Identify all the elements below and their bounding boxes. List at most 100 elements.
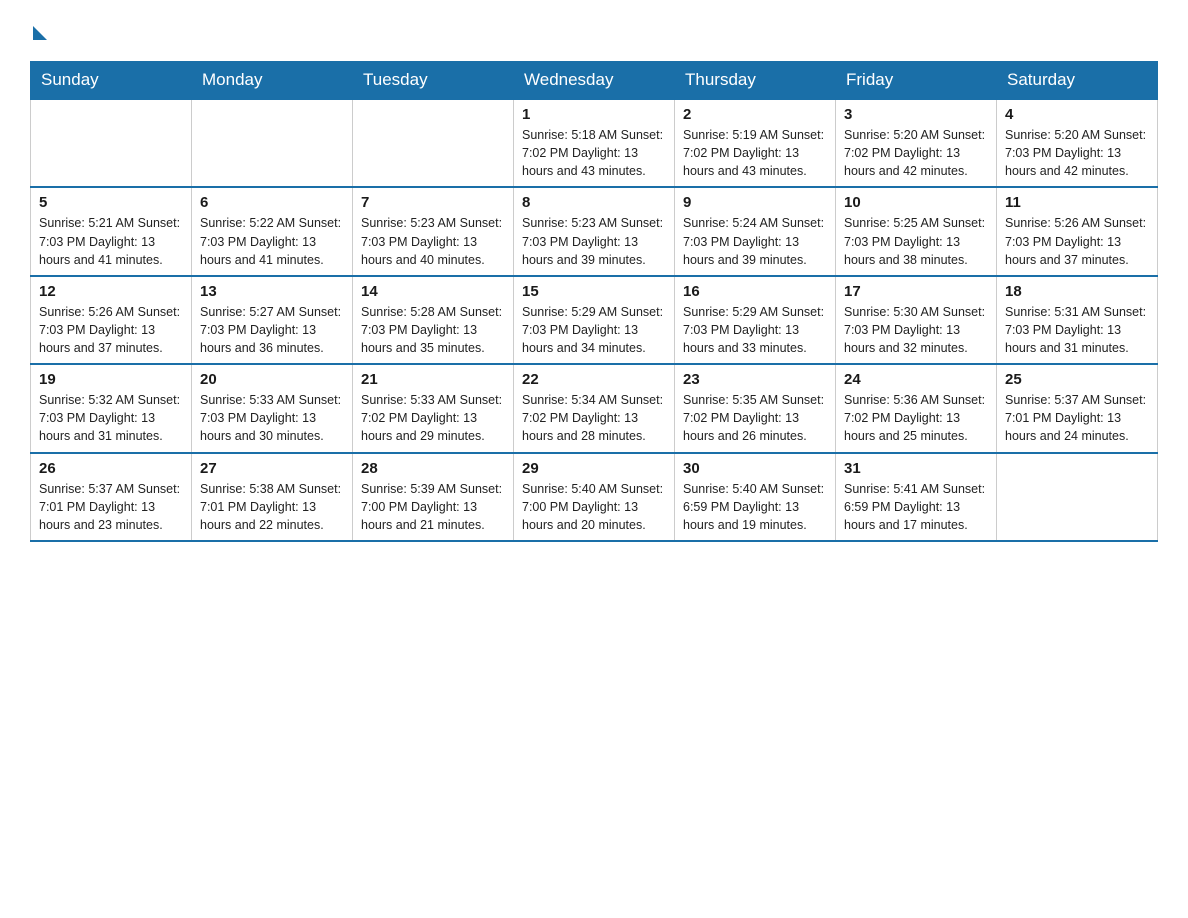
day-number: 3	[844, 106, 988, 123]
calendar-cell: 4 Sunrise: 5:20 AM Sunset: 7:03 PM Daylig…	[997, 99, 1158, 187]
day-number: 25	[1005, 371, 1149, 388]
day-info: Sunrise: 5:22 AM Sunset: 7:03 PM Dayligh…	[200, 214, 344, 268]
day-number: 17	[844, 283, 988, 300]
calendar-cell: 12 Sunrise: 5:26 AM Sunset: 7:03 PM Dayli…	[31, 276, 192, 364]
day-number: 15	[522, 283, 666, 300]
day-info: Sunrise: 5:18 AM Sunset: 7:02 PM Dayligh…	[522, 126, 666, 180]
day-info: Sunrise: 5:30 AM Sunset: 7:03 PM Dayligh…	[844, 303, 988, 357]
calendar-cell: 29 Sunrise: 5:40 AM Sunset: 7:00 PM Dayli…	[514, 453, 675, 541]
day-info: Sunrise: 5:33 AM Sunset: 7:03 PM Dayligh…	[200, 391, 344, 445]
calendar-cell: 24Sunrise: 5:36 AM Sunset: 7:02 PM Dayli…	[836, 364, 997, 452]
weekday-header-thursday: Thursday	[675, 62, 836, 100]
day-number: 27	[200, 460, 344, 477]
day-number: 21	[361, 371, 505, 388]
day-info: Sunrise: 5:39 AM Sunset: 7:00 PM Dayligh…	[361, 480, 505, 534]
day-info: Sunrise: 5:25 AM Sunset: 7:03 PM Dayligh…	[844, 214, 988, 268]
day-number: 28	[361, 460, 505, 477]
calendar-week-2: 5 Sunrise: 5:21 AM Sunset: 7:03 PM Daylig…	[31, 187, 1158, 275]
day-number: 30	[683, 460, 827, 477]
day-info: Sunrise: 5:40 AM Sunset: 7:00 PM Dayligh…	[522, 480, 666, 534]
day-info: Sunrise: 5:23 AM Sunset: 7:03 PM Dayligh…	[522, 214, 666, 268]
day-info: Sunrise: 5:19 AM Sunset: 7:02 PM Dayligh…	[683, 126, 827, 180]
day-info: Sunrise: 5:24 AM Sunset: 7:03 PM Dayligh…	[683, 214, 827, 268]
calendar-cell: 2 Sunrise: 5:19 AM Sunset: 7:02 PM Daylig…	[675, 99, 836, 187]
day-number: 7	[361, 194, 505, 211]
day-number: 4	[1005, 106, 1149, 123]
day-info: Sunrise: 5:20 AM Sunset: 7:02 PM Dayligh…	[844, 126, 988, 180]
calendar-cell: 17 Sunrise: 5:30 AM Sunset: 7:03 PM Dayli…	[836, 276, 997, 364]
day-number: 22	[522, 371, 666, 388]
weekday-header-monday: Monday	[192, 62, 353, 100]
calendar-cell: 5 Sunrise: 5:21 AM Sunset: 7:03 PM Daylig…	[31, 187, 192, 275]
calendar-cell	[31, 99, 192, 187]
day-info: Sunrise: 5:21 AM Sunset: 7:03 PM Dayligh…	[39, 214, 183, 268]
day-number: 18	[1005, 283, 1149, 300]
calendar-cell	[353, 99, 514, 187]
calendar-cell	[997, 453, 1158, 541]
weekday-header-sunday: Sunday	[31, 62, 192, 100]
weekday-header-wednesday: Wednesday	[514, 62, 675, 100]
day-info: Sunrise: 5:40 AM Sunset: 6:59 PM Dayligh…	[683, 480, 827, 534]
day-info: Sunrise: 5:31 AM Sunset: 7:03 PM Dayligh…	[1005, 303, 1149, 357]
day-number: 2	[683, 106, 827, 123]
day-info: Sunrise: 5:20 AM Sunset: 7:03 PM Dayligh…	[1005, 126, 1149, 180]
calendar-cell: 3 Sunrise: 5:20 AM Sunset: 7:02 PM Daylig…	[836, 99, 997, 187]
day-info: Sunrise: 5:35 AM Sunset: 7:02 PM Dayligh…	[683, 391, 827, 445]
day-info: Sunrise: 5:29 AM Sunset: 7:03 PM Dayligh…	[683, 303, 827, 357]
day-number: 12	[39, 283, 183, 300]
calendar-week-5: 26Sunrise: 5:37 AM Sunset: 7:01 PM Dayli…	[31, 453, 1158, 541]
calendar-cell	[192, 99, 353, 187]
calendar-cell: 7 Sunrise: 5:23 AM Sunset: 7:03 PM Daylig…	[353, 187, 514, 275]
day-info: Sunrise: 5:26 AM Sunset: 7:03 PM Dayligh…	[1005, 214, 1149, 268]
calendar-cell: 19Sunrise: 5:32 AM Sunset: 7:03 PM Dayli…	[31, 364, 192, 452]
logo-arrow-icon	[33, 26, 47, 40]
day-number: 6	[200, 194, 344, 211]
day-number: 5	[39, 194, 183, 211]
weekday-header-tuesday: Tuesday	[353, 62, 514, 100]
day-number: 1	[522, 106, 666, 123]
calendar-cell: 9 Sunrise: 5:24 AM Sunset: 7:03 PM Daylig…	[675, 187, 836, 275]
day-number: 20	[200, 371, 344, 388]
calendar-cell: 15Sunrise: 5:29 AM Sunset: 7:03 PM Dayli…	[514, 276, 675, 364]
day-info: Sunrise: 5:37 AM Sunset: 7:01 PM Dayligh…	[1005, 391, 1149, 445]
day-info: Sunrise: 5:23 AM Sunset: 7:03 PM Dayligh…	[361, 214, 505, 268]
calendar-cell: 6 Sunrise: 5:22 AM Sunset: 7:03 PM Daylig…	[192, 187, 353, 275]
calendar-cell: 31 Sunrise: 5:41 AM Sunset: 6:59 PM Dayli…	[836, 453, 997, 541]
day-info: Sunrise: 5:41 AM Sunset: 6:59 PM Dayligh…	[844, 480, 988, 534]
day-info: Sunrise: 5:38 AM Sunset: 7:01 PM Dayligh…	[200, 480, 344, 534]
calendar-cell: 13 Sunrise: 5:27 AM Sunset: 7:03 PM Dayli…	[192, 276, 353, 364]
day-number: 31	[844, 460, 988, 477]
calendar-cell: 8 Sunrise: 5:23 AM Sunset: 7:03 PM Daylig…	[514, 187, 675, 275]
calendar-cell: 21 Sunrise: 5:33 AM Sunset: 7:02 PM Dayli…	[353, 364, 514, 452]
calendar-cell: 20 Sunrise: 5:33 AM Sunset: 7:03 PM Dayli…	[192, 364, 353, 452]
day-number: 29	[522, 460, 666, 477]
day-number: 16	[683, 283, 827, 300]
day-number: 8	[522, 194, 666, 211]
day-info: Sunrise: 5:37 AM Sunset: 7:01 PM Dayligh…	[39, 480, 183, 534]
calendar-cell: 23Sunrise: 5:35 AM Sunset: 7:02 PM Dayli…	[675, 364, 836, 452]
logo	[30, 20, 47, 43]
day-info: Sunrise: 5:26 AM Sunset: 7:03 PM Dayligh…	[39, 303, 183, 357]
day-number: 24	[844, 371, 988, 388]
day-info: Sunrise: 5:33 AM Sunset: 7:02 PM Dayligh…	[361, 391, 505, 445]
calendar-cell: 25 Sunrise: 5:37 AM Sunset: 7:01 PM Dayli…	[997, 364, 1158, 452]
calendar-cell: 11 Sunrise: 5:26 AM Sunset: 7:03 PM Dayli…	[997, 187, 1158, 275]
calendar-cell: 26Sunrise: 5:37 AM Sunset: 7:01 PM Dayli…	[31, 453, 192, 541]
calendar-cell: 27 Sunrise: 5:38 AM Sunset: 7:01 PM Dayli…	[192, 453, 353, 541]
calendar-cell: 1 Sunrise: 5:18 AM Sunset: 7:02 PM Daylig…	[514, 99, 675, 187]
calendar-week-3: 12 Sunrise: 5:26 AM Sunset: 7:03 PM Dayli…	[31, 276, 1158, 364]
calendar-cell: 30 Sunrise: 5:40 AM Sunset: 6:59 PM Dayli…	[675, 453, 836, 541]
day-number: 13	[200, 283, 344, 300]
weekday-header-saturday: Saturday	[997, 62, 1158, 100]
day-info: Sunrise: 5:27 AM Sunset: 7:03 PM Dayligh…	[200, 303, 344, 357]
calendar-table: SundayMondayTuesdayWednesdayThursdayFrid…	[30, 61, 1158, 542]
day-number: 9	[683, 194, 827, 211]
day-number: 11	[1005, 194, 1149, 211]
calendar-week-4: 19Sunrise: 5:32 AM Sunset: 7:03 PM Dayli…	[31, 364, 1158, 452]
calendar-cell: 28 Sunrise: 5:39 AM Sunset: 7:00 PM Dayli…	[353, 453, 514, 541]
page-header	[30, 20, 1158, 43]
day-info: Sunrise: 5:28 AM Sunset: 7:03 PM Dayligh…	[361, 303, 505, 357]
weekday-header-friday: Friday	[836, 62, 997, 100]
calendar-cell: 18 Sunrise: 5:31 AM Sunset: 7:03 PM Dayli…	[997, 276, 1158, 364]
calendar-cell: 10Sunrise: 5:25 AM Sunset: 7:03 PM Dayli…	[836, 187, 997, 275]
